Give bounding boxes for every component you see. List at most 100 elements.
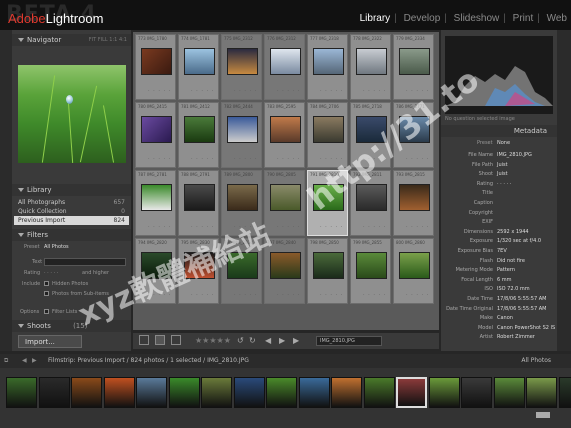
filter-lists-checkbox[interactable] (44, 309, 49, 314)
forward-icon[interactable]: ▶ (32, 357, 37, 364)
filmstrip-thumbnail[interactable] (136, 377, 167, 408)
thumbnail-image[interactable] (184, 252, 215, 279)
cell-rating[interactable]: · · · · · (191, 292, 214, 298)
metadata-value[interactable]: 2592 x 1944 (497, 229, 529, 235)
cell-rating[interactable]: · · · · · (148, 224, 171, 230)
metadata-value[interactable]: Canon PowerShot S2 IS (497, 325, 555, 331)
cell-rating[interactable]: · · · · · (277, 88, 300, 94)
left-panel-strip[interactable] (0, 30, 12, 351)
cell-rating[interactable]: · · · · · (234, 292, 257, 298)
cell-rating[interactable]: · · · · · (148, 88, 171, 94)
loupe-view-icon[interactable] (155, 335, 165, 345)
filmstrip-thumbnail[interactable] (558, 377, 571, 408)
thumbnail-image[interactable] (313, 116, 344, 143)
thumbnail-image[interactable] (399, 184, 430, 211)
cell-rating[interactable]: · · · · · (320, 292, 343, 298)
metadata-value[interactable]: Canon (497, 315, 513, 321)
subitems-checkbox[interactable] (44, 291, 49, 296)
grid-cell[interactable]: 793 IMG_2815 · · · · · (393, 170, 434, 236)
grid-cell[interactable]: 789 IMG_2800 · · · · · (221, 170, 262, 236)
grid-cell[interactable]: 775 IMG_2312 · · · · · (221, 34, 262, 100)
cell-rating[interactable]: · · · · · (191, 88, 214, 94)
thumbnail-image[interactable] (227, 48, 258, 75)
grid-cell[interactable]: 776 IMG_2312 · · · · · (264, 34, 305, 100)
module-web[interactable]: Web (545, 13, 569, 24)
thumbnail-image[interactable] (141, 48, 172, 75)
cell-rating[interactable]: · · · · · (234, 156, 257, 162)
filmstrip-filter[interactable]: All Photos (521, 357, 551, 364)
thumbnail-image[interactable] (227, 252, 258, 279)
library-item-quick-collection[interactable]: Quick Collection 0 (14, 207, 129, 216)
cell-rating[interactable]: · · · · · (277, 292, 300, 298)
module-library[interactable]: Library (358, 13, 393, 24)
library-item-all-photographs[interactable]: All Photographs 657 (14, 198, 129, 207)
library-header[interactable]: Library (12, 184, 131, 196)
cell-rating[interactable]: · · · · · (406, 156, 429, 162)
thumbnail-image[interactable] (313, 48, 344, 75)
thumbnail-image[interactable] (270, 184, 301, 211)
grid-cell[interactable]: 797 IMG_2840 · · · · · (264, 238, 305, 304)
grid-cell[interactable]: 779 IMG_2334 · · · · · (393, 34, 434, 100)
cell-rating[interactable]: · · · · · (363, 88, 386, 94)
rotate-left-icon[interactable]: ↺ (237, 336, 244, 345)
previous-icon[interactable]: ◀ (265, 336, 271, 345)
next-icon[interactable]: ▶ (293, 336, 299, 345)
cell-rating[interactable]: · · · · · (277, 224, 300, 230)
filmstrip-thumbnail[interactable] (461, 377, 492, 408)
cell-rating[interactable]: · · · · · (148, 156, 171, 162)
filmstrip-thumbnail[interactable] (38, 377, 70, 408)
thumbnail-image[interactable] (399, 116, 430, 143)
grid-cell[interactable]: 790 IMG_2805 · · · · · (264, 170, 305, 236)
filmstrip-thumbnail[interactable] (201, 377, 232, 408)
cell-rating[interactable]: · · · · · (320, 224, 343, 230)
cell-rating[interactable]: · · · · · (406, 224, 429, 230)
filmstrip-thumbnail[interactable] (493, 377, 525, 408)
metadata-preset-select[interactable]: None (497, 140, 510, 146)
thumbnail-image[interactable] (399, 48, 430, 75)
right-panel-strip[interactable] (557, 30, 571, 351)
filmstrip-thumbnail[interactable] (6, 377, 37, 408)
grid-cell[interactable]: 780 IMG_2415 · · · · · (135, 102, 176, 168)
grid-cell[interactable]: 774 IMG_1781 · · · · · (178, 34, 219, 100)
grid-cell[interactable]: 795 IMG_2830 · · · · · (178, 238, 219, 304)
secondary-window-icon[interactable]: ⧉ (4, 357, 8, 365)
compare-view-icon[interactable] (171, 335, 181, 345)
back-icon[interactable]: ◀ (22, 357, 27, 364)
filename-field[interactable]: IMG_2810.JPG (316, 336, 382, 346)
grid-cell[interactable]: 796 IMG_2834 · · · · · (221, 238, 262, 304)
thumbnail-image[interactable] (184, 116, 215, 143)
cell-rating[interactable]: · · · · · (191, 156, 214, 162)
grid-cell[interactable]: 798 IMG_2850 · · · · · (307, 238, 348, 304)
cell-rating[interactable]: · · · · · (234, 224, 257, 230)
cell-rating[interactable]: · · · · · (406, 292, 429, 298)
filmstrip-thumbnail[interactable] (71, 377, 102, 408)
module-develop[interactable]: Develop (402, 13, 443, 24)
grid-cell[interactable]: 799 IMG_2855 · · · · · (350, 238, 391, 304)
filmstrip-thumbnail[interactable] (396, 377, 427, 408)
cell-rating[interactable]: · · · · · (363, 156, 386, 162)
grid-cell[interactable]: 788 IMG_2791 · · · · · (178, 170, 219, 236)
navigator-zoom-options[interactable]: FIT FILL 1:1 4:1 (89, 37, 127, 43)
cell-rating[interactable]: · · · · · (148, 292, 171, 298)
metadata-value[interactable]: 1/320 sec at f/4.0 (497, 238, 541, 244)
shoots-header[interactable]: Shoots (15) (12, 320, 131, 332)
filmstrip-thumbnail[interactable] (103, 377, 135, 408)
grid-cell[interactable]: 794 IMG_2820 · · · · · (135, 238, 176, 304)
grid-cell[interactable]: 778 IMG_2322 · · · · · (350, 34, 391, 100)
navigator-header[interactable]: Navigator FIT FILL 1:1 4:1 (12, 34, 131, 46)
filters-header[interactable]: Filters (12, 229, 131, 241)
thumbnail-image[interactable] (141, 116, 172, 143)
metadata-header[interactable]: Metadata (441, 125, 557, 137)
thumbnail-image[interactable] (184, 184, 215, 211)
filmstrip-path[interactable]: Filmstrip: Previous Import / 824 photos … (48, 357, 249, 364)
import-button[interactable]: Import... (18, 335, 82, 348)
cell-rating[interactable]: · · · · · (234, 88, 257, 94)
metadata-value[interactable]: ISO 72.0 mm (497, 286, 530, 292)
metadata-value[interactable]: Did not fire (497, 258, 525, 264)
filmstrip-thumbnail[interactable] (266, 377, 297, 408)
thumbnail-image[interactable] (313, 184, 344, 211)
thumbnail-image[interactable] (270, 116, 301, 143)
module-print[interactable]: Print (511, 13, 536, 24)
filmstrip-scrollbar[interactable] (536, 412, 550, 418)
thumbnail-image[interactable] (313, 252, 344, 279)
